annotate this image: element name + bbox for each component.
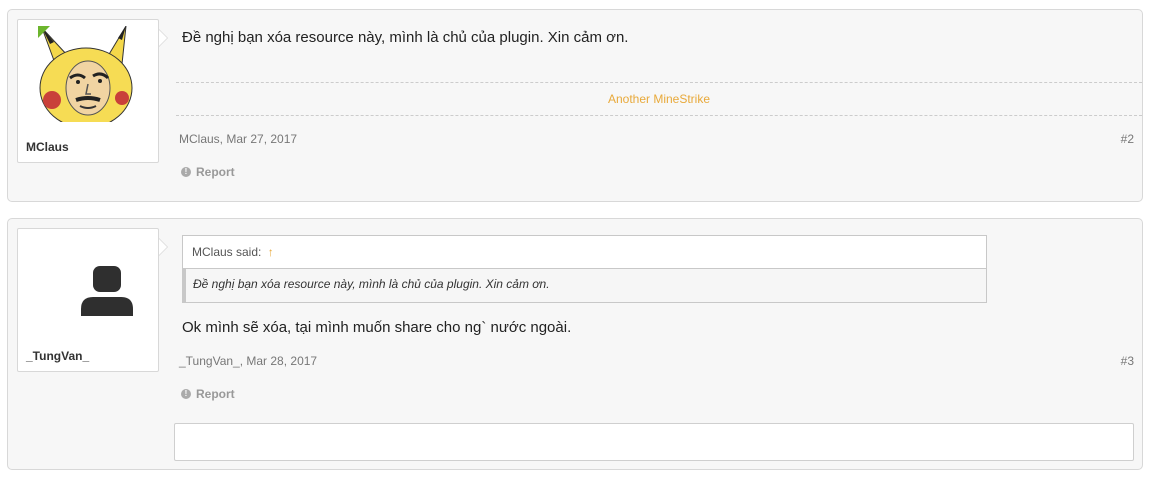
avatar[interactable] (38, 235, 134, 331)
post-message: Ok mình sẽ xóa, tại mình muốn share cho … (182, 319, 572, 336)
quick-reply-input[interactable] (174, 423, 1134, 461)
post-number[interactable]: #3 (1121, 354, 1134, 368)
user-card: MClaus (17, 19, 168, 163)
divider (176, 115, 1142, 116)
report-label: Report (196, 165, 235, 179)
warning-icon: ! (181, 389, 191, 399)
username[interactable]: _TungVan_ (26, 349, 89, 363)
post-author-date[interactable]: _TungVan_, Mar 28, 2017 (179, 354, 317, 368)
user-card: _TungVan_ (17, 228, 168, 372)
quote-jump-arrow-icon[interactable]: ↑ (268, 245, 274, 259)
report-label: Report (196, 387, 235, 401)
warning-icon: ! (181, 167, 191, 177)
pikachu-meme-avatar-icon (38, 26, 134, 122)
divider (176, 82, 1142, 83)
avatar[interactable] (38, 26, 134, 122)
post-author-date[interactable]: MClaus, Mar 27, 2017 (179, 132, 297, 146)
post-message: Đề nghị bạn xóa resource này, mình là ch… (182, 29, 629, 46)
report-button[interactable]: ! Report (181, 165, 235, 179)
quote-author: MClaus said: (192, 245, 262, 259)
staff-badge (38, 26, 50, 38)
quote-block: MClaus said: ↑ Đề nghị bạn xóa resource … (182, 235, 987, 303)
quote-header: MClaus said: ↑ (183, 236, 986, 269)
post-3: _TungVan_ MClaus said: ↑ Đề nghị bạn xóa… (7, 218, 1143, 470)
quote-text: Đề nghị bạn xóa resource này, mình là ch… (183, 269, 986, 302)
username[interactable]: MClaus (26, 140, 69, 154)
report-button[interactable]: ! Report (181, 387, 235, 401)
post-2: MClaus Đề nghị bạn xóa resource này, mìn… (7, 9, 1143, 202)
resource-link[interactable]: Another MineStrike (176, 92, 1142, 106)
post-number[interactable]: #2 (1121, 132, 1134, 146)
default-user-avatar-icon (38, 235, 134, 331)
